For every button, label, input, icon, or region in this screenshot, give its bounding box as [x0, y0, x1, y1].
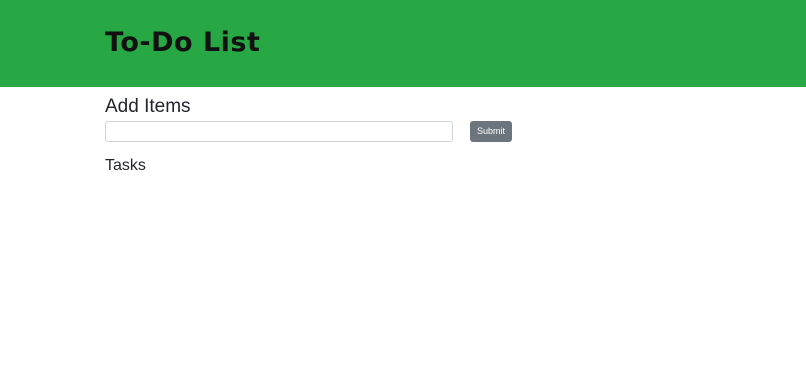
tasks-heading: Tasks [105, 157, 146, 174]
new-item-input[interactable] [105, 121, 453, 142]
submit-button[interactable]: Submit [470, 121, 512, 142]
add-items-heading: Add Items [105, 96, 191, 117]
app-header: To-Do List [0, 0, 806, 87]
page-title: To-Do List [105, 27, 261, 58]
